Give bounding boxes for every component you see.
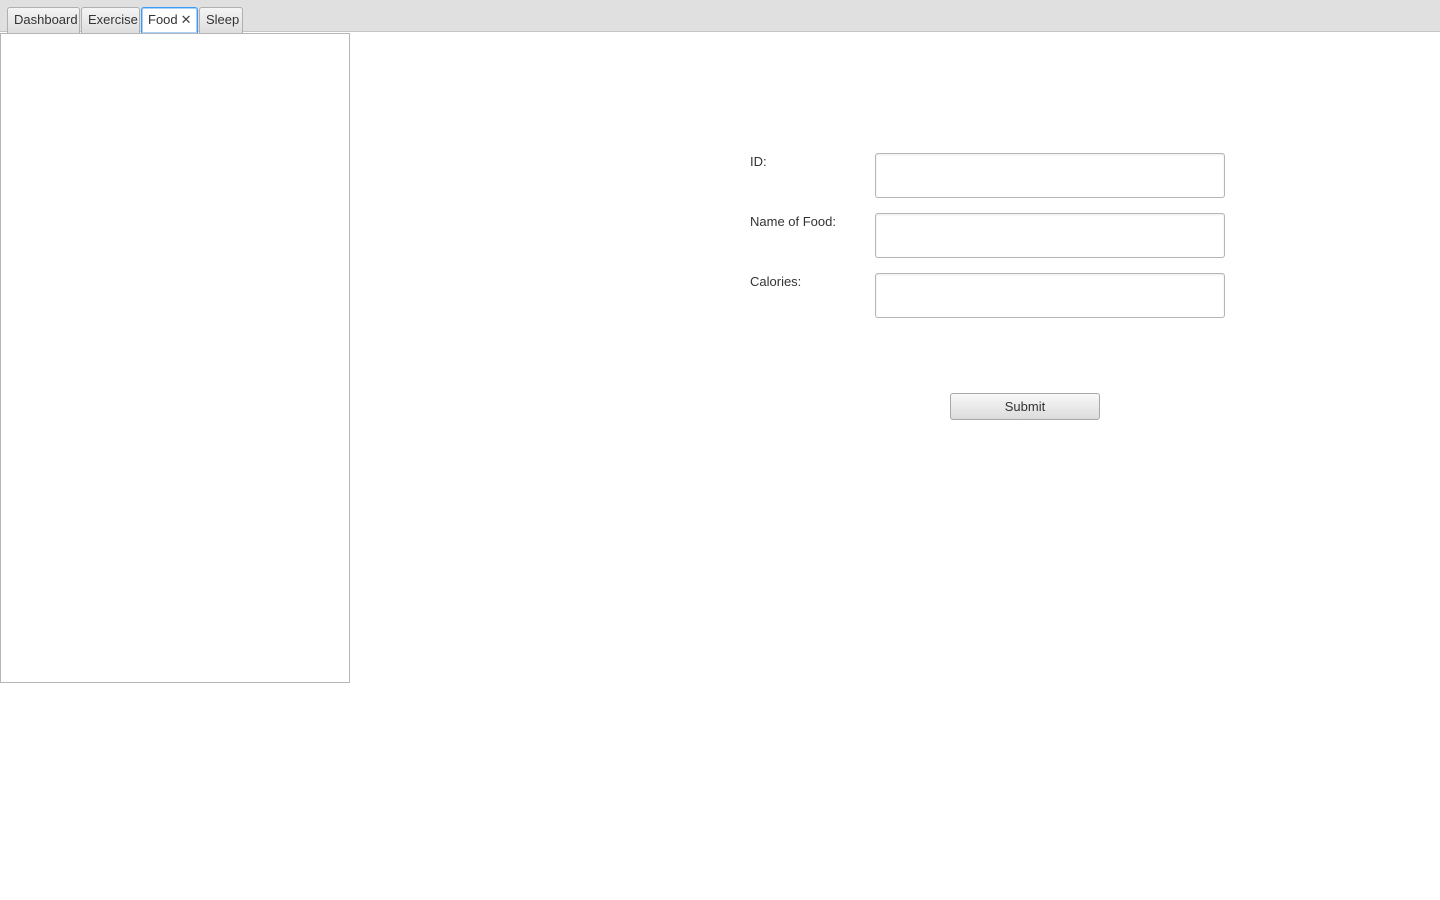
- tab-label: Dashboard: [14, 12, 78, 27]
- tab-dashboard[interactable]: Dashboard: [7, 7, 80, 33]
- id-field[interactable]: [875, 153, 1225, 198]
- food-name-label: Name of Food:: [750, 214, 836, 229]
- submit-button[interactable]: Submit: [950, 393, 1100, 420]
- tab-label: Food: [148, 12, 178, 27]
- tab-sleep[interactable]: Sleep: [199, 7, 243, 33]
- tab-food[interactable]: Food ✕: [141, 7, 198, 33]
- food-name-field[interactable]: [875, 213, 1225, 258]
- tab-exercise[interactable]: Exercise: [81, 7, 140, 33]
- tab-label: Exercise: [88, 12, 138, 27]
- tab-label: Sleep: [206, 12, 240, 27]
- food-list-panel[interactable]: [0, 33, 350, 683]
- tab-bar: Dashboard Exercise Food ✕ Sleep: [0, 0, 1440, 33]
- close-icon[interactable]: ✕: [181, 8, 192, 32]
- calories-field[interactable]: [875, 273, 1225, 318]
- calories-label: Calories:: [750, 274, 802, 289]
- id-label: ID:: [750, 154, 767, 169]
